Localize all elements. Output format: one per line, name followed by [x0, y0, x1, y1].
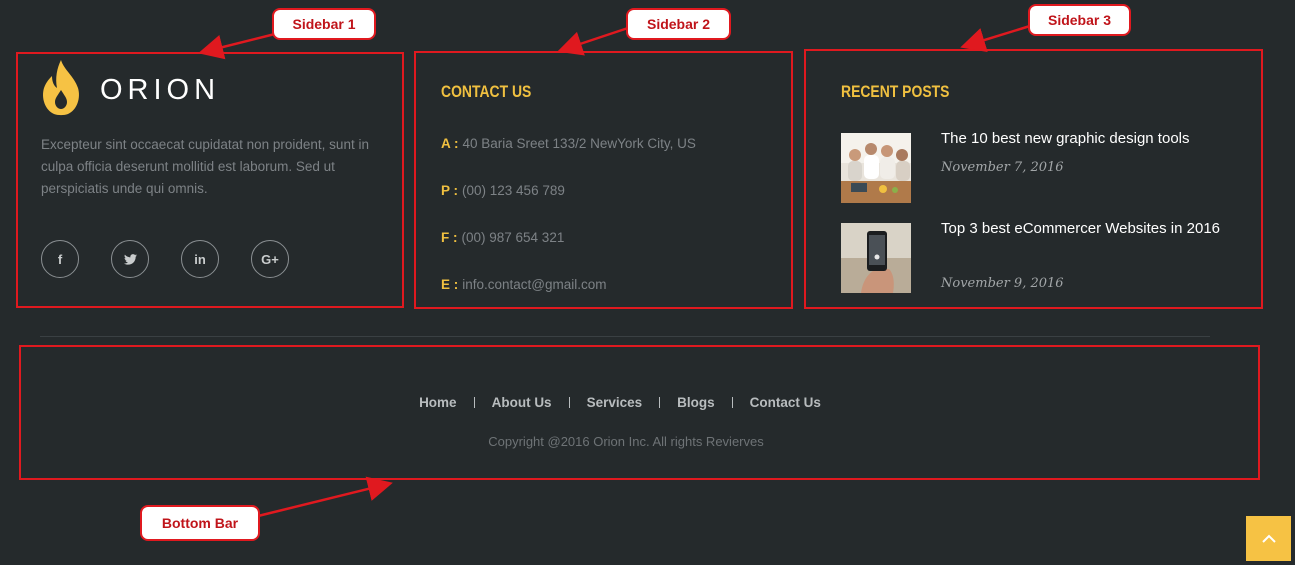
flame-logo-icon[interactable]	[40, 58, 82, 116]
contact-fax: F : (00) 987 654 321	[441, 230, 564, 245]
linkedin-icon: in	[194, 251, 206, 267]
contact-email: E : info.contact@gmail.com	[441, 277, 607, 292]
google-plus-button[interactable]: G+	[251, 240, 289, 278]
linkedin-button[interactable]: in	[181, 240, 219, 278]
footer-link-about-us[interactable]: About Us	[475, 395, 569, 410]
facebook-button[interactable]: f	[41, 240, 79, 278]
brand-name[interactable]: ORION	[100, 74, 220, 107]
footer-nav: Home About Us Services Blogs Contact Us	[0, 395, 1240, 410]
copyright-text: Copyright @2016 Orion Inc. All rights Re…	[488, 434, 764, 449]
post-date: November 9, 2016	[941, 276, 1064, 291]
callout-bottom-bar: Bottom Bar	[140, 505, 260, 541]
smartphone-photo-image	[841, 223, 911, 293]
contact-phone-label: P :	[441, 183, 459, 198]
post-title-link[interactable]: Top 3 best eCommercer Websites in 2016	[941, 216, 1241, 242]
back-to-top-button[interactable]	[1246, 516, 1291, 561]
post-date: November 7, 2016	[941, 160, 1064, 175]
contact-address-value: 40 Baria Sreet 133/2 NewYork City, US	[462, 136, 696, 151]
contact-address-label: A :	[441, 136, 459, 151]
callout-sidebar-3: Sidebar 3	[1028, 4, 1131, 36]
contact-phone: P : (00) 123 456 789	[441, 183, 565, 198]
google-plus-icon: G+	[261, 251, 279, 267]
contact-address: A :40 Baria Sreet 133/2 NewYork City, US	[441, 136, 696, 151]
post-title-link[interactable]: The 10 best new graphic design tools	[941, 126, 1241, 152]
footer-link-home[interactable]: Home	[402, 395, 474, 410]
footer-link-contact-us[interactable]: Contact Us	[733, 395, 838, 410]
footer-link-blogs[interactable]: Blogs	[660, 395, 732, 410]
footer-divider	[40, 336, 1210, 337]
facebook-icon: f	[57, 251, 63, 267]
callout-sidebar-2: Sidebar 2	[626, 8, 731, 40]
contact-phone-value[interactable]: (00) 123 456 789	[462, 183, 565, 198]
callout-sidebar-1: Sidebar 1	[272, 8, 376, 40]
contact-fax-value: (00) 987 654 321	[461, 230, 565, 245]
recent-posts-title: RECENT POSTS	[841, 82, 950, 101]
team-photo-image	[841, 133, 911, 203]
footer-link-services[interactable]: Services	[570, 395, 660, 410]
post-thumbnail[interactable]	[841, 223, 911, 293]
contact-email-link[interactable]: info.contact@gmail.com	[462, 277, 606, 292]
contact-email-label: E :	[441, 277, 459, 292]
twitter-button[interactable]	[111, 240, 149, 278]
twitter-icon	[123, 253, 137, 265]
contact-fax-label: F :	[441, 230, 458, 245]
about-text: Excepteur sint occaecat cupidatat non pr…	[41, 137, 369, 196]
chevron-up-icon	[1261, 534, 1276, 543]
post-thumbnail[interactable]	[841, 133, 911, 203]
contact-us-title: CONTACT US	[441, 82, 532, 101]
